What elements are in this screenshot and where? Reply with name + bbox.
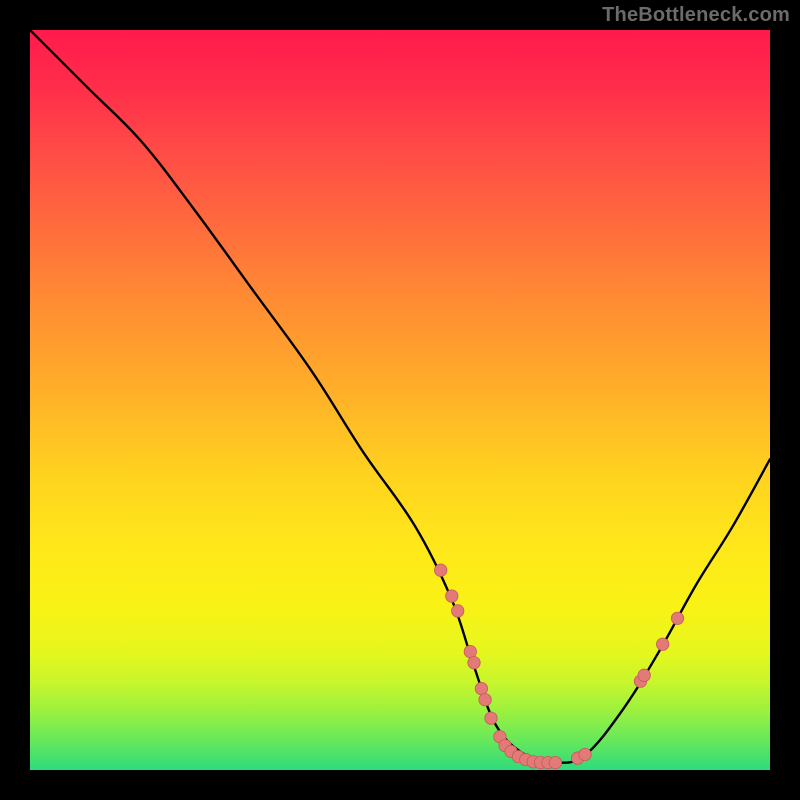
curve-marker bbox=[475, 682, 487, 694]
curve-marker bbox=[657, 638, 669, 650]
curve-marker bbox=[579, 748, 591, 760]
curve-marker bbox=[464, 645, 476, 657]
watermark-text: TheBottleneck.com bbox=[602, 4, 790, 27]
curve-marker bbox=[452, 605, 464, 617]
curve-markers bbox=[435, 564, 684, 769]
curve-marker bbox=[446, 590, 458, 602]
curve-marker bbox=[468, 657, 480, 669]
chart-svg bbox=[30, 30, 770, 770]
curve-marker bbox=[549, 756, 561, 768]
curve-marker bbox=[435, 564, 447, 576]
curve-marker bbox=[638, 669, 650, 681]
curve-marker bbox=[479, 694, 491, 706]
plot-area bbox=[30, 30, 770, 770]
bottleneck-curve bbox=[30, 30, 770, 763]
curve-marker bbox=[485, 712, 497, 724]
curve-marker bbox=[671, 612, 683, 624]
